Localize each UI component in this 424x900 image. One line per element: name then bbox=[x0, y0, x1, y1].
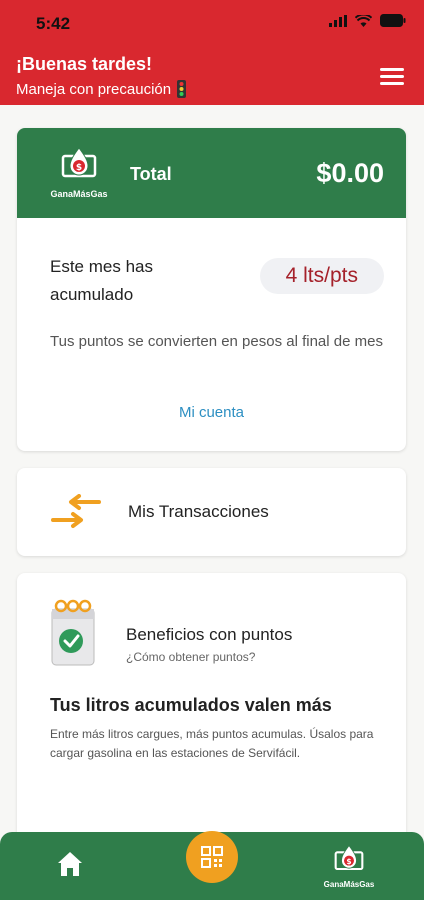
status-bar: 5:42 bbox=[0, 0, 424, 48]
subtitle-text: Maneja con precaución bbox=[16, 80, 172, 98]
conversion-note: Tus puntos se convierten en pesos al fin… bbox=[50, 333, 383, 350]
benefits-subtitle: ¿Cómo obtener puntos? bbox=[126, 650, 256, 664]
gas-drop-money-icon: $ bbox=[334, 844, 364, 871]
qr-scan-button[interactable] bbox=[186, 831, 238, 883]
hamburger-line bbox=[380, 82, 404, 85]
points-badge: 4 lts/pts bbox=[259, 258, 384, 294]
accumulated-label-line1: Este mes has bbox=[50, 257, 153, 276]
hamburger-line bbox=[380, 75, 404, 78]
accumulated-label: Este mes has acumulado bbox=[50, 253, 153, 309]
hamburger-icon bbox=[380, 68, 404, 71]
total-card: $ GanaMásGas Total $0.00 Este mes has ac… bbox=[17, 128, 406, 451]
app-header: ¡Buenas tardes! Maneja con precaución bbox=[0, 48, 424, 105]
ganamasgas-nav-button[interactable]: $ GanaMásGas bbox=[318, 844, 380, 889]
status-time: 5:42 bbox=[36, 14, 71, 33]
svg-text:$: $ bbox=[346, 857, 351, 866]
my-account-link[interactable]: Mi cuenta bbox=[17, 404, 406, 421]
gas-drop-money-icon: $ bbox=[61, 147, 97, 178]
total-value: $0.00 bbox=[316, 158, 384, 188]
brand-label: GanaMásGas bbox=[50, 189, 108, 199]
transfer-arrows-icon bbox=[51, 494, 101, 528]
battery-icon bbox=[380, 14, 406, 27]
greeting: ¡Buenas tardes! bbox=[16, 54, 153, 74]
total-label: Total bbox=[130, 164, 172, 184]
status-icons bbox=[329, 14, 406, 27]
signal-icon bbox=[329, 14, 347, 27]
wifi-icon bbox=[355, 14, 372, 27]
benefits-heading: Tus litros acumulados valen más bbox=[50, 695, 332, 715]
nav-brand-label: GanaMásGas bbox=[323, 880, 375, 889]
transactions-title: Mis Transacciones bbox=[128, 502, 269, 521]
ganamasgas-logo: $ GanaMásGas bbox=[45, 146, 113, 199]
benefits-title: Beneficios con puntos bbox=[126, 625, 293, 644]
menu-button[interactable] bbox=[380, 68, 404, 86]
svg-text:$: $ bbox=[76, 163, 82, 173]
bottom-nav: $ GanaMásGas bbox=[0, 831, 424, 900]
benefits-body: Entre más litros cargues, más puntos acu… bbox=[50, 727, 374, 760]
home-icon[interactable] bbox=[56, 850, 84, 878]
accumulated-label-line2: acumulado bbox=[50, 285, 134, 304]
total-header: $ GanaMásGas Total $0.00 bbox=[17, 128, 406, 218]
benefits-card[interactable]: Beneficios con puntos ¿Cómo obtener punt… bbox=[17, 573, 406, 833]
transactions-card[interactable]: Mis Transacciones bbox=[17, 468, 406, 556]
header-subtitle: Maneja con precaución bbox=[16, 80, 187, 98]
checklist-notepad-icon bbox=[51, 599, 95, 666]
traffic-light-icon bbox=[177, 80, 187, 98]
qr-code-icon bbox=[201, 846, 223, 868]
